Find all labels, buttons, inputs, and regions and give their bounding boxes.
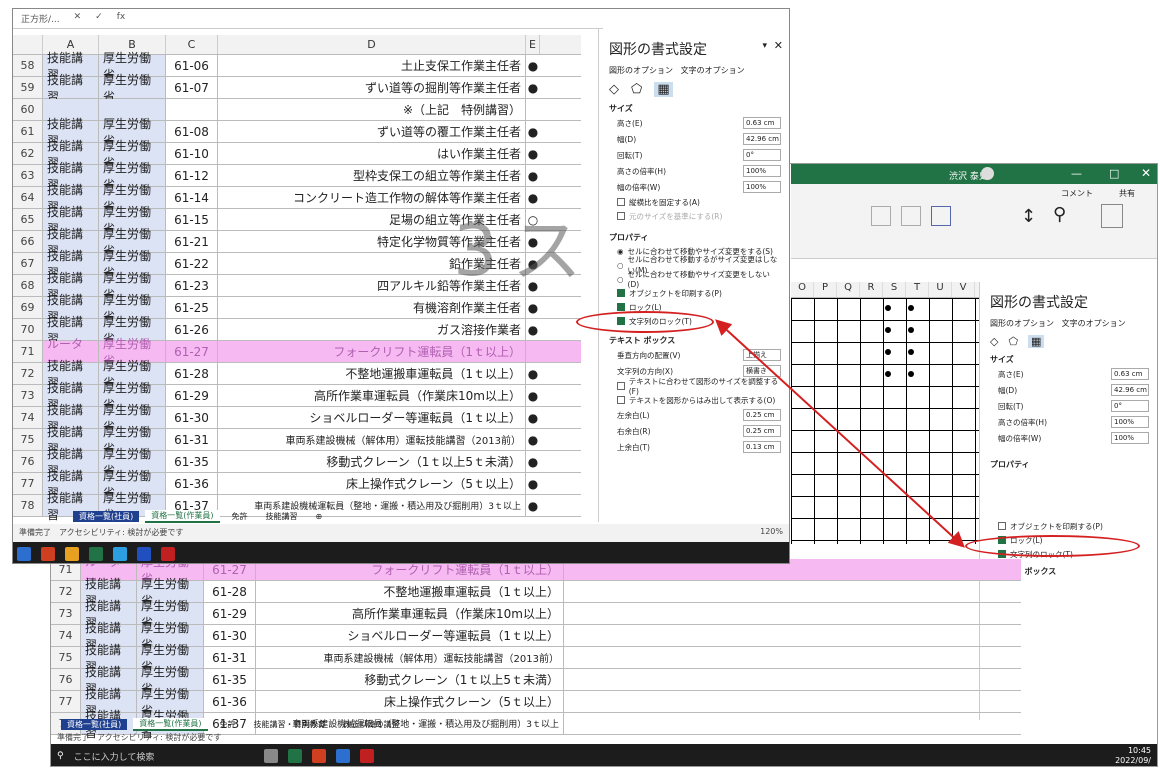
annotation-arrow — [715, 319, 965, 548]
